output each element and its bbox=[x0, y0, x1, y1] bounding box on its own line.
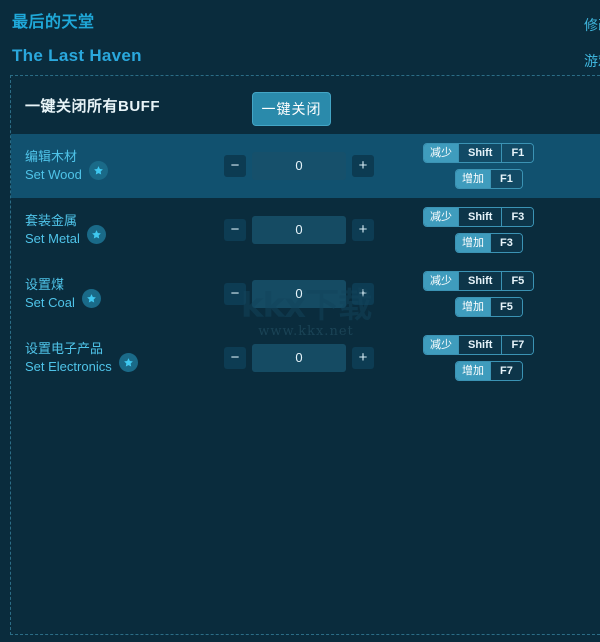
value-field[interactable]: 0 bbox=[252, 152, 346, 180]
increment-button[interactable]: + bbox=[352, 155, 374, 177]
cheat-label-english: Set Metal bbox=[25, 231, 80, 246]
decrease-action-label: 减少 bbox=[424, 144, 458, 162]
cheat-row: 设置煤 Set Coal −0 + 减少 Shift F5 增加 F5 bbox=[11, 262, 600, 326]
increase-hotkey-line: 增加 F3 bbox=[455, 233, 593, 253]
decrease-key: F5 bbox=[501, 272, 534, 290]
value-stepper: −0 + bbox=[224, 344, 374, 372]
buff-disable-label: 一键关闭所有BUFF bbox=[25, 97, 160, 115]
increase-action-label: 增加 bbox=[456, 234, 490, 252]
game-title-chinese: 最后的天堂 bbox=[12, 14, 95, 31]
buff-disable-row: 一键关闭所有BUFF 一键关闭 bbox=[11, 76, 600, 134]
increase-key: F3 bbox=[490, 234, 522, 252]
game-title-english: The Last Haven bbox=[12, 46, 142, 65]
star-icon[interactable] bbox=[81, 289, 101, 308]
cheat-label-texts: 设置煤 Set Coal bbox=[25, 276, 75, 311]
decrease-key: F3 bbox=[501, 208, 534, 226]
hotkey-group: 减少 Shift F5 增加 F5 bbox=[423, 271, 593, 323]
increase-action-label: 增加 bbox=[456, 170, 490, 188]
cheat-label-english: Set Coal bbox=[25, 295, 75, 310]
increase-hotkey-line: 增加 F1 bbox=[455, 169, 593, 189]
increment-button[interactable]: + bbox=[352, 219, 374, 241]
star-icon[interactable] bbox=[86, 225, 106, 244]
increase-hotkey-line: 增加 F5 bbox=[455, 297, 593, 317]
edge-nav-item-game[interactable]: 游戏 bbox=[584, 46, 600, 76]
cheat-label-english: Set Electronics bbox=[25, 359, 112, 374]
cheat-label-texts: 编辑木材 Set Wood bbox=[25, 148, 82, 183]
hotkey-group: 减少 Shift F7 增加 F7 bbox=[423, 335, 593, 387]
decrease-modifier-key: Shift bbox=[458, 272, 502, 290]
increase-hotkey-chip[interactable]: 增加 F7 bbox=[455, 361, 523, 381]
increase-key: F7 bbox=[490, 362, 522, 380]
cheat-label-chinese: 设置煤 bbox=[25, 277, 65, 293]
app-title-block: 最后的天堂 The Last Haven bbox=[12, 12, 142, 68]
cheat-label-chinese: 套装金属 bbox=[25, 213, 78, 229]
decrease-action-label: 减少 bbox=[424, 208, 458, 226]
cheat-label-cell: 设置煤 Set Coal bbox=[25, 276, 101, 311]
value-stepper: −0 + bbox=[224, 280, 374, 308]
cheat-label-chinese: 编辑木材 bbox=[25, 149, 78, 165]
increment-button[interactable]: + bbox=[352, 347, 374, 369]
disable-all-buffs-button[interactable]: 一键关闭 bbox=[252, 92, 331, 126]
increase-hotkey-chip[interactable]: 增加 F5 bbox=[455, 297, 523, 317]
increment-button[interactable]: + bbox=[352, 283, 374, 305]
cheat-label-cell: 设置电子产品 Set Electronics bbox=[25, 340, 138, 375]
cheat-row: 设置电子产品 Set Electronics −0 + 减少 Shift F7 增加 F7 bbox=[11, 326, 600, 390]
increase-action-label: 增加 bbox=[456, 362, 490, 380]
increase-hotkey-chip[interactable]: 增加 F3 bbox=[455, 233, 523, 253]
increase-action-label: 增加 bbox=[456, 298, 490, 316]
decrease-hotkey-chip[interactable]: 减少 Shift F5 bbox=[423, 271, 535, 291]
decrease-hotkey-chip[interactable]: 减少 Shift F7 bbox=[423, 335, 535, 355]
decrement-button[interactable]: − bbox=[224, 347, 246, 369]
decrement-button[interactable]: − bbox=[224, 219, 246, 241]
cheat-rows-list: 编辑木材 Set Wood −0 + 减少 Shift F1 增加 F1 套装金属 Set Meta… bbox=[11, 134, 600, 390]
decrease-key: F1 bbox=[501, 144, 534, 162]
cheat-label-texts: 设置电子产品 Set Electronics bbox=[25, 340, 112, 375]
decrease-hotkey-line: 减少 Shift F3 bbox=[423, 207, 593, 227]
value-field[interactable]: 0 bbox=[252, 344, 346, 372]
cheat-row: 编辑木材 Set Wood −0 + 减少 Shift F1 增加 F1 bbox=[11, 134, 600, 198]
decrease-hotkey-line: 减少 Shift F5 bbox=[423, 271, 593, 291]
edge-nav[interactable]: 修改器 游戏 bbox=[584, 10, 600, 76]
options-panel: 一键关闭所有BUFF 一键关闭 编辑木材 Set Wood −0 + 减少 Shift F1… bbox=[10, 75, 600, 635]
decrease-action-label: 减少 bbox=[424, 336, 458, 354]
decrease-hotkey-chip[interactable]: 减少 Shift F1 bbox=[423, 143, 535, 163]
hotkey-group: 减少 Shift F3 增加 F3 bbox=[423, 207, 593, 259]
decrease-modifier-key: Shift bbox=[458, 144, 502, 162]
increase-key: F1 bbox=[490, 170, 522, 188]
cheat-row: 套装金属 Set Metal −0 + 减少 Shift F3 增加 F3 bbox=[11, 198, 600, 262]
star-icon[interactable] bbox=[118, 353, 138, 372]
decrease-hotkey-chip[interactable]: 减少 Shift F3 bbox=[423, 207, 535, 227]
cheat-label-cell: 编辑木材 Set Wood bbox=[25, 148, 108, 183]
decrease-hotkey-line: 减少 Shift F7 bbox=[423, 335, 593, 355]
decrease-action-label: 减少 bbox=[424, 272, 458, 290]
increase-hotkey-chip[interactable]: 增加 F1 bbox=[455, 169, 523, 189]
value-field[interactable]: 0 bbox=[252, 216, 346, 244]
star-icon[interactable] bbox=[88, 161, 108, 180]
value-stepper: −0 + bbox=[224, 216, 374, 244]
cheat-label-texts: 套装金属 Set Metal bbox=[25, 212, 80, 247]
cheat-label-english: Set Wood bbox=[25, 167, 82, 182]
decrement-button[interactable]: − bbox=[224, 283, 246, 305]
value-field[interactable]: 0 bbox=[252, 280, 346, 308]
decrease-key: F7 bbox=[501, 336, 534, 354]
cheat-label-chinese: 设置电子产品 bbox=[25, 341, 104, 357]
increase-key: F5 bbox=[490, 298, 522, 316]
value-stepper: −0 + bbox=[224, 152, 374, 180]
decrease-hotkey-line: 减少 Shift F1 bbox=[423, 143, 593, 163]
decrease-modifier-key: Shift bbox=[458, 336, 502, 354]
hotkey-group: 减少 Shift F1 增加 F1 bbox=[423, 143, 593, 195]
cheat-label-cell: 套装金属 Set Metal bbox=[25, 212, 106, 247]
decrease-modifier-key: Shift bbox=[458, 208, 502, 226]
decrement-button[interactable]: − bbox=[224, 155, 246, 177]
increase-hotkey-line: 增加 F7 bbox=[455, 361, 593, 381]
edge-nav-item-trainer[interactable]: 修改器 bbox=[584, 10, 600, 40]
